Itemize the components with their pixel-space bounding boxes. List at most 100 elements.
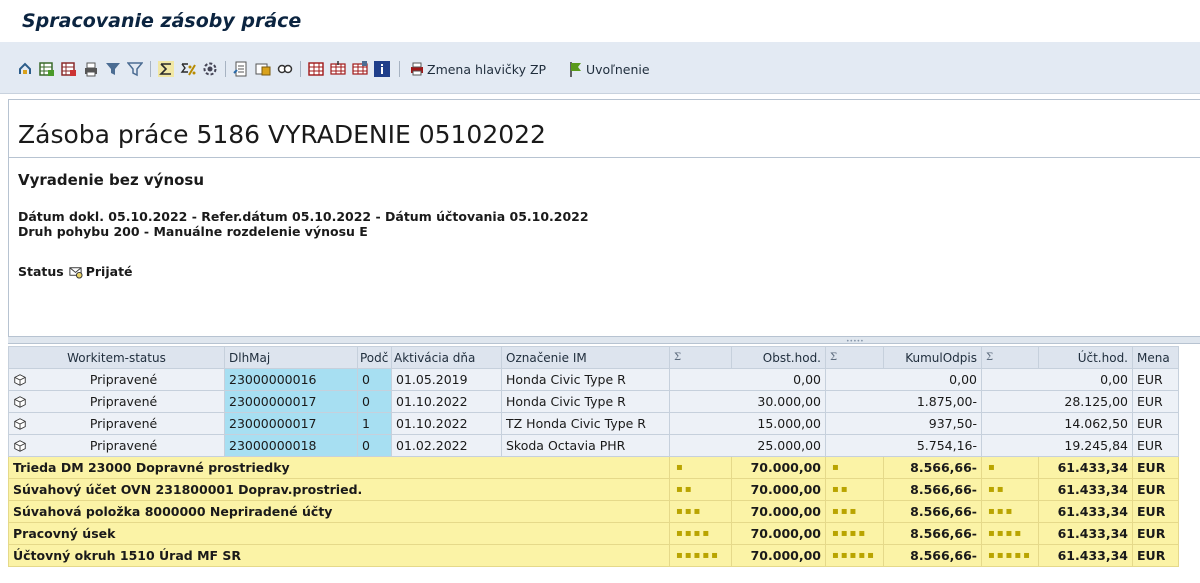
printer-edit-icon [411,62,423,76]
export-icon[interactable] [233,61,249,77]
settings-icon[interactable] [202,61,218,77]
layout-save-icon[interactable] [352,61,368,77]
col-workitem-status[interactable]: Workitem-status [8,346,225,369]
status-value: Prijaté [85,264,133,279]
subtotal-acq-value: 70.000,00 [731,478,826,501]
info-icon[interactable] [374,61,390,77]
subtotal-book-value: 61.433,34 [1038,522,1133,545]
mail-icon[interactable] [255,61,271,77]
toolbar-separator [300,61,301,77]
release-button[interactable]: Uvoľnenie [568,60,650,78]
col-asset[interactable]: DlhMaj [224,346,358,369]
pane-splitter[interactable]: ••••• [8,336,1200,345]
col-book-sum-marker[interactable]: Σ [981,346,1039,369]
sub-number[interactable]: 0 [357,368,392,391]
asset-description: TZ Honda Civic Type R [501,412,670,435]
workitem-status-cell: Pripravené [8,368,225,391]
accum-dep: 0,00 [825,368,982,391]
subtotal-level-marker: ▪▪▪ [669,500,732,523]
subtotal-label: Súvahová položka 8000000 Nepriradené účt… [8,500,670,523]
change-header-label: Zmena hlavičky ZP [427,61,547,77]
sub-number[interactable]: 0 [357,434,392,457]
subtotal-row[interactable]: Pracovný úsek ▪▪▪▪ 70.000,00 ▪▪▪▪ 8.566,… [8,522,1179,545]
document-dates: Dátum dokl. 05.10.2022 - Refer.dátum 05.… [18,209,589,224]
subtotal-label: Trieda DM 23000 Dopravné prostriedky [8,456,670,479]
subtotal-currency: EUR [1132,544,1179,567]
col-accum-dep[interactable]: KumulOdpis [883,346,982,369]
worklist-title: Zásoba práce 5186 VYRADENIE 05102022 [18,120,546,149]
subtotal-label: Účtovný okruh 1510 Úrad MF SR [8,544,670,567]
subtotal-level-marker: ▪▪▪ [825,500,884,523]
accum-dep: 937,50- [825,412,982,435]
print-icon[interactable] [83,61,99,77]
status-accepted-icon [69,267,83,279]
workitem-ready-icon [14,439,26,452]
find-icon[interactable] [277,61,293,77]
toolbar-separator [399,61,400,77]
table-row[interactable]: Pripravené 23000000018 0 01.02.2022 Skod… [8,434,1179,457]
asset-number[interactable]: 23000000017 [224,390,358,413]
workitem-ready-icon [14,395,26,408]
tree-icon[interactable] [17,61,33,77]
asset-number[interactable]: 23000000016 [224,368,358,391]
table-row[interactable]: Pripravené 23000000016 0 01.05.2019 Hond… [8,368,1179,391]
subtotal-level-marker: ▪▪▪▪▪ [981,544,1039,567]
sub-number[interactable]: 1 [357,412,392,435]
col-book-value[interactable]: Účt.hod. [1038,346,1133,369]
workitem-status-cell: Pripravené [8,434,225,457]
table-add-icon[interactable] [39,61,55,77]
subtotal-book-value: 61.433,34 [1038,500,1133,523]
asset-number[interactable]: 23000000018 [224,434,358,457]
book-value: 28.125,00 [981,390,1133,413]
layout-icon[interactable] [308,61,324,77]
acq-value: 0,00 [669,368,826,391]
subtotal-row[interactable]: Súvahová položka 8000000 Nepriradené účt… [8,500,1179,523]
flag-icon [570,62,581,77]
subtotal-acq-value: 70.000,00 [731,522,826,545]
currency: EUR [1132,368,1179,391]
application-toolbar: Zmena hlavičky ZP Uvoľnenie [0,42,1200,94]
col-acq-value[interactable]: Obst.hod. [731,346,826,369]
subtotal-row[interactable]: Trieda DM 23000 Dopravné prostriedky ▪ 7… [8,456,1179,479]
toolbar-separator [150,61,151,77]
currency: EUR [1132,434,1179,457]
layout-select-icon[interactable] [330,61,346,77]
filter-off-icon[interactable] [127,61,143,77]
asset-number[interactable]: 23000000017 [224,412,358,435]
accum-dep: 1.875,00- [825,390,982,413]
table-row[interactable]: Pripravené 23000000017 0 01.10.2022 Hond… [8,390,1179,413]
subtotal-acq-value: 70.000,00 [731,544,826,567]
col-description[interactable]: Označenie IM [501,346,670,369]
subtotal-accum-dep: 8.566,66- [883,456,982,479]
window-title: Spracovanie zásoby práce [22,10,302,32]
subtotal-level-marker: ▪ [981,456,1039,479]
sum-icon[interactable] [158,61,174,77]
subtotal-icon[interactable] [180,61,196,77]
col-acq-sum-marker[interactable]: Σ [669,346,732,369]
table-remove-icon[interactable] [61,61,77,77]
subtotal-book-value: 61.433,34 [1038,478,1133,501]
col-sub[interactable]: Podč [357,346,392,369]
filter-icon[interactable] [105,61,121,77]
col-activation[interactable]: Aktivácia dňa [391,346,502,369]
status-label: Status [18,264,64,279]
subtotal-acq-value: 70.000,00 [731,500,826,523]
subtotal-accum-dep: 8.566,66- [883,500,982,523]
col-currency[interactable]: Mena [1132,346,1179,369]
workitem-status: Pripravené [89,416,158,431]
table-row[interactable]: Pripravené 23000000017 1 01.10.2022 TZ H… [8,412,1179,435]
status-row: Status Prijaté [18,264,133,279]
change-header-button[interactable]: Zmena hlavičky ZP [409,60,546,78]
title-bar: Spracovanie zásoby práce [0,0,1200,42]
splitter-grip[interactable]: ••••• [846,338,864,345]
sub-number[interactable]: 0 [357,390,392,413]
book-value: 19.245,84 [981,434,1133,457]
subtotal-row[interactable]: Súvahový účet OVN 231800001 Doprav.prost… [8,478,1179,501]
subtotal-book-value: 61.433,34 [1038,544,1133,567]
subtotal-row[interactable]: Účtovný okruh 1510 Úrad MF SR ▪▪▪▪▪ 70.0… [8,544,1179,567]
movement-type: Druh pohybu 200 - Manuálne rozdelenie vý… [18,224,368,239]
subtotal-currency: EUR [1132,522,1179,545]
col-dep-sum-marker[interactable]: Σ [825,346,884,369]
worklist-grid: Workitem-status DlhMaj Podč Aktivácia dň… [8,346,1179,567]
workitem-status: Pripravené [89,372,158,387]
